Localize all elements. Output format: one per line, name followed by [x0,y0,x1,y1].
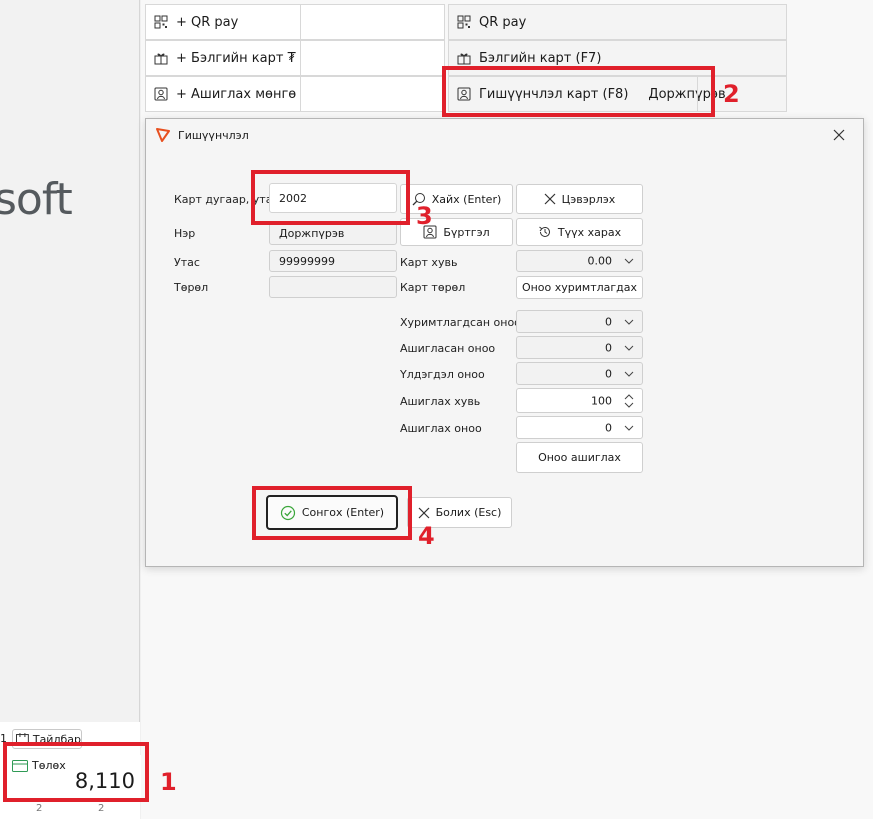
qr-pay-amount-cell[interactable] [300,4,445,40]
clear-button[interactable]: Цэвэрлэх [516,184,643,214]
history-button[interactable]: Түүх харах [516,218,643,246]
accumulated-points-value: 0 [605,315,612,328]
chevron-down-icon [624,258,634,264]
remaining-points-field[interactable]: 0 [516,362,643,385]
qr-icon [154,15,168,29]
clear-button-label: Цэвэрлэх [561,192,616,206]
close-icon [418,507,430,518]
accumulated-points-field[interactable]: 0 [516,310,643,333]
chevron-down-icon [624,345,634,351]
card-type-button[interactable]: Оноо хуримтлагдах [516,276,643,299]
add-use-money-label: + Ашиглах мөнгө [176,86,297,102]
card-rate-field[interactable]: 0.00 [516,250,643,272]
annotation-number-1: 1 [160,768,177,796]
type-field [269,276,397,298]
annotation-box-3 [251,170,410,225]
gift-card-amount-cell[interactable] [300,40,445,76]
remaining-points-value: 0 [605,367,612,380]
remaining-points-label: Үлдэгдэл оноо [400,368,485,381]
add-qr-pay[interactable]: + QR pay [145,4,301,40]
use-points-value: 0 [605,421,612,434]
used-points-value: 0 [605,341,612,354]
left-pane: soft [0,0,140,819]
annotation-box-4 [252,486,412,540]
dialog-title: Гишүүнчлэл [178,128,249,142]
used-points-label: Ашигласан оноо [400,342,496,355]
phone-label: Утас [174,256,200,269]
qr-icon [457,15,471,29]
logo-text: soft [0,174,73,225]
type-label: Төрөл [174,281,209,294]
history-icon [539,226,550,237]
chevron-down-icon [624,371,634,377]
gift-card-row-label: Бэлгийн карт (F7) [479,50,602,66]
gift-card-icon [457,53,471,65]
register-button-label: Бүртгэл [443,225,490,239]
phone-field: 99999999 [269,250,397,272]
card-type-label: Карт төрөл [400,281,466,294]
footer-count-right: 2 [98,803,105,814]
cancel-button-label: Болих (Esc) [435,506,502,519]
add-gift-card-label: + Бэлгийн карт ₮ [176,50,296,66]
app-logo-icon [156,128,170,142]
close-icon[interactable] [831,127,847,143]
used-points-field[interactable]: 0 [516,336,643,359]
annotation-number-4: 4 [418,522,435,550]
card-type-value: Оноо хуримтлагдах [521,281,638,294]
annotation-box-1 [3,742,149,802]
qr-pay-row-label: QR pay [479,14,527,30]
chevron-down-icon [624,319,634,325]
annotation-number-3: 3 [416,202,433,230]
annotation-box-2 [442,66,715,117]
dialog-titlebar: Гишүүнчлэл [146,119,863,151]
add-use-money[interactable]: + Ашиглах мөнгө [145,76,301,112]
name-label: Нэр [174,227,196,240]
use-rate-stepper[interactable]: 100 [516,388,643,413]
add-gift-card[interactable]: + Бэлгийн карт ₮ [145,40,301,76]
chevron-down-icon [624,425,634,431]
close-icon [544,193,556,205]
card-rate-label: Карт хувь [400,256,458,269]
use-points-button[interactable]: Оноо ашиглах [516,442,643,473]
use-points-label: Ашиглах оноо [400,422,482,435]
search-button-label: Хайх (Enter) [431,192,502,206]
card-rate-value: 0.00 [587,254,613,268]
use-rate-value: 100 [591,394,612,407]
gift-card-icon [154,53,168,65]
use-rate-label: Ашиглах хувь [400,395,481,408]
use-points-field[interactable]: 0 [516,416,643,439]
accumulated-points-label: Хуримтлагдсан оноо [400,316,521,329]
member-card-icon [154,87,168,101]
footer-count-left: 2 [36,803,43,814]
use-money-amount-cell[interactable] [300,76,445,112]
qr-pay-row[interactable]: QR pay [448,4,787,40]
add-qr-pay-label: + QR pay [176,14,239,30]
spinner-arrows-icon[interactable] [624,393,634,409]
history-button-label: Түүх харах [557,225,622,239]
use-points-button-label: Оноо ашиглах [538,451,621,464]
annotation-number-2: 2 [723,80,740,108]
